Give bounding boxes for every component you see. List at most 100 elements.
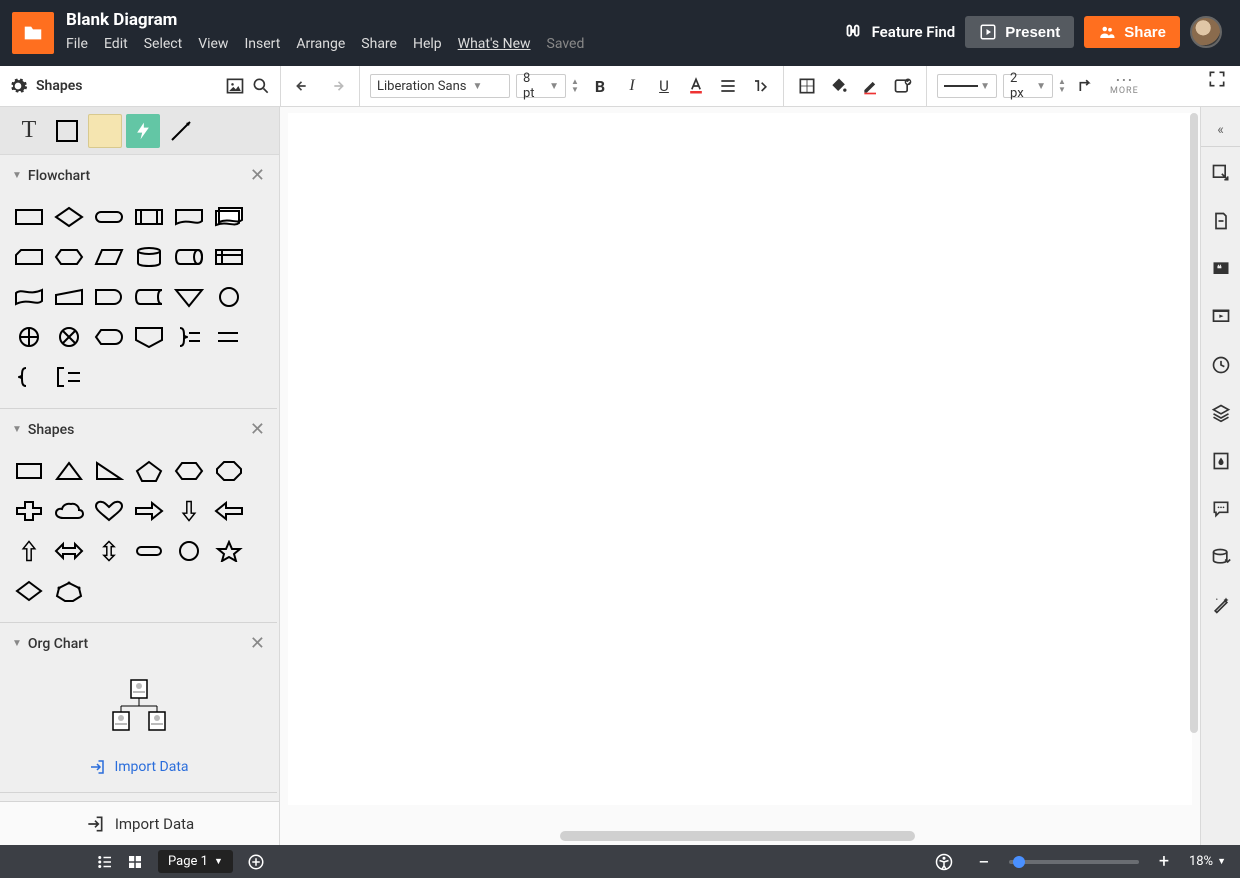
redo-button[interactable] [323,73,349,99]
horizontal-scrollbar[interactable] [560,831,1152,841]
shape-octagon[interactable] [212,454,246,488]
zoom-menu[interactable]: 18%▼ [1189,854,1226,869]
section-shapes-header[interactable]: ▼ Shapes ✕ [0,409,277,450]
accessibility-button[interactable] [931,849,957,875]
menu-edit[interactable]: Edit [104,36,128,52]
shape-or[interactable] [12,320,46,354]
shape-merge[interactable] [172,280,206,314]
footer-grid-button[interactable] [122,849,148,875]
gear-icon[interactable] [8,76,28,96]
menu-file[interactable]: File [66,36,88,52]
org-import-link[interactable]: Import Data [0,748,277,792]
rail-theme[interactable] [1201,439,1240,483]
footer-list-button[interactable] [92,849,118,875]
menu-view[interactable]: View [198,36,228,52]
spinner-down-icon[interactable]: ▼ [1056,86,1068,94]
shape-card[interactable] [12,240,46,274]
fullscreen-button[interactable] [1204,66,1230,92]
line-routing-button[interactable] [1074,73,1100,99]
feature-find-button[interactable]: Feature Find [842,21,956,43]
shape-process[interactable] [12,200,46,234]
shapes-scroll[interactable]: ▼ Flowchart ✕ [0,155,279,801]
import-data-bar[interactable]: Import Data [0,801,279,845]
section-flowchart-header[interactable]: ▼ Flowchart ✕ [0,155,277,196]
shape-arrow-lr[interactable] [52,534,86,568]
shape-database[interactable] [132,240,166,274]
page-tab[interactable]: Page 1▼ [158,850,233,873]
menu-share[interactable]: Share [361,36,397,52]
line-width-select[interactable]: 2 px▼ [1003,74,1053,98]
shape-sum[interactable] [52,320,86,354]
close-icon[interactable]: ✕ [250,419,265,440]
shape-star[interactable] [212,534,246,568]
bold-button[interactable]: B [587,73,613,99]
rail-data[interactable] [1201,535,1240,579]
shape-rect[interactable] [12,454,46,488]
shape-diamond[interactable] [12,574,46,608]
shape-heart[interactable] [92,494,126,528]
shape-circle[interactable] [172,534,206,568]
shape-terminator[interactable] [92,200,126,234]
app-logo[interactable] [12,12,54,54]
quick-block[interactable] [50,114,84,148]
canvas[interactable] [288,113,1192,805]
rail-context[interactable]: ❝ [1201,247,1240,291]
rail-page[interactable] [1201,199,1240,243]
shape-brace-right[interactable] [172,320,206,354]
shape-options-button[interactable] [890,73,916,99]
shape-hexagon[interactable] [172,454,206,488]
menu-arrange[interactable]: Arrange [296,36,345,52]
vertical-scrollbar[interactable] [1190,113,1198,733]
org-chart-thumb[interactable] [0,664,277,748]
menu-insert[interactable]: Insert [244,36,280,52]
text-rotation-button[interactable] [747,73,773,99]
linewidth-spinner[interactable]: ▲▼ [1056,78,1068,94]
close-icon[interactable]: ✕ [250,165,265,186]
rail-history[interactable] [1201,343,1240,387]
shape-arrow-right[interactable] [132,494,166,528]
shape-cloud[interactable] [52,494,86,528]
rail-comments[interactable] [1201,487,1240,531]
share-button[interactable]: Share [1084,16,1180,48]
menu-select[interactable]: Select [144,36,182,52]
shape-directdata[interactable] [172,240,206,274]
zoom-slider[interactable] [1009,860,1139,864]
border-color-button[interactable] [858,73,884,99]
shape-offpage[interactable] [132,320,166,354]
shape-stored[interactable] [132,280,166,314]
quick-line[interactable] [164,114,198,148]
add-page-button[interactable] [243,849,269,875]
shape-arrow-up[interactable] [12,534,46,568]
rail-slides[interactable] [1201,295,1240,339]
quick-note[interactable] [88,114,122,148]
menu-help[interactable]: Help [413,36,442,52]
section-org-header[interactable]: ▼ Org Chart ✕ [0,623,277,664]
insert-image-button[interactable] [224,75,246,97]
more-button[interactable]: ⋯ MORE [1110,76,1139,96]
fontsize-spinner[interactable]: ▲▼ [569,78,581,94]
shape-bracket[interactable] [52,360,86,394]
shape-arrow-down[interactable] [172,494,206,528]
shape-cross[interactable] [12,494,46,528]
shape-preparation[interactable] [52,240,86,274]
shape-decision[interactable] [52,200,86,234]
rail-navigator[interactable] [1201,151,1240,195]
quick-text[interactable]: T [12,114,46,148]
align-button[interactable] [715,73,741,99]
shape-pentagon5[interactable] [132,454,166,488]
shape-document[interactable] [172,200,206,234]
shape-arrow-ud[interactable] [92,534,126,568]
zoom-out-button[interactable]: − [971,849,997,875]
undo-button[interactable] [291,73,317,99]
underline-button[interactable]: U [651,73,677,99]
shape-multidoc[interactable] [212,200,246,234]
fill-button[interactable] [826,73,852,99]
shape-connector[interactable] [212,280,246,314]
shape-tape[interactable] [12,280,46,314]
shape-brace-left[interactable] [12,360,46,394]
shape-internal[interactable] [212,240,246,274]
spinner-down-icon[interactable]: ▼ [569,86,581,94]
font-select[interactable]: Liberation Sans▼ [370,74,510,98]
rail-actions[interactable] [1201,583,1240,627]
shape-right-triangle[interactable] [92,454,126,488]
